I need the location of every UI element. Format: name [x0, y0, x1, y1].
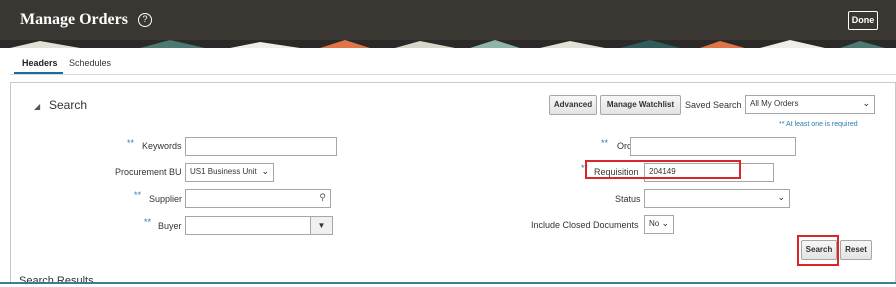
required-mark: ** [581, 163, 589, 173]
include-closed-label: Include Closed Documents [531, 220, 639, 230]
requisition-input[interactable]: 204149 [644, 163, 774, 182]
required-mark: ** [134, 190, 142, 200]
status-label: Status [615, 194, 641, 204]
reset-button[interactable]: Reset [840, 240, 872, 260]
include-closed-value: No [649, 219, 660, 228]
status-select[interactable]: ⌄ [644, 189, 790, 208]
include-closed-select[interactable]: No ⌄ [644, 215, 674, 234]
chevron-down-icon: ⌄ [862, 98, 870, 108]
advanced-button[interactable]: Advanced [549, 95, 597, 115]
required-note: ** At least one is required [779, 121, 858, 128]
app-header: Manage Orders ? Done [0, 0, 896, 40]
tab-headers[interactable]: Headers [22, 58, 58, 68]
saved-search-label: Saved Search [685, 100, 742, 110]
search-panel: ◢ Search Advanced Manage Watchlist Saved… [10, 82, 896, 287]
procurement-bu-select[interactable]: US1 Business Unit ⌄ [185, 163, 274, 182]
required-mark: ** [144, 217, 152, 227]
required-mark: ** [127, 138, 135, 148]
saved-search-value: All My Orders [750, 99, 799, 108]
keywords-label: Keywords [142, 141, 182, 151]
tab-schedules[interactable]: Schedules [69, 58, 111, 68]
manage-watchlist-button[interactable]: Manage Watchlist [600, 95, 681, 115]
done-button[interactable]: Done [848, 11, 878, 30]
collapse-triangle-icon[interactable]: ◢ [34, 102, 40, 111]
chevron-down-icon: ⌄ [261, 166, 269, 176]
chevron-down-icon: ⌄ [661, 218, 669, 228]
chevron-down-icon: ⌄ [777, 192, 785, 202]
saved-search-select[interactable]: All My Orders ⌄ [745, 95, 875, 114]
order-input[interactable] [630, 137, 796, 156]
page-title: Manage Orders [20, 11, 128, 28]
procurement-bu-value: US1 Business Unit [190, 167, 257, 176]
decorative-banner [0, 40, 896, 48]
search-results-title: Search Results [19, 275, 94, 287]
procurement-bu-label: Procurement BU [115, 167, 182, 177]
tabs-divider [10, 74, 896, 75]
requisition-label: Requisition [594, 167, 639, 177]
search-icon[interactable]: ⚲ [319, 192, 326, 203]
banner-pattern [0, 40, 896, 48]
search-button[interactable]: Search [801, 240, 837, 260]
search-section-title[interactable]: Search [49, 98, 87, 112]
supplier-input[interactable]: ⚲ [185, 189, 331, 208]
caret-down-icon[interactable]: ▼ [310, 217, 332, 234]
required-mark: ** [601, 138, 609, 148]
supplier-label: Supplier [149, 194, 183, 204]
buyer-input[interactable]: ▼ [185, 216, 333, 235]
keywords-input[interactable] [185, 137, 337, 156]
buyer-label: Buyer [158, 221, 182, 231]
help-icon[interactable]: ? [138, 13, 152, 27]
